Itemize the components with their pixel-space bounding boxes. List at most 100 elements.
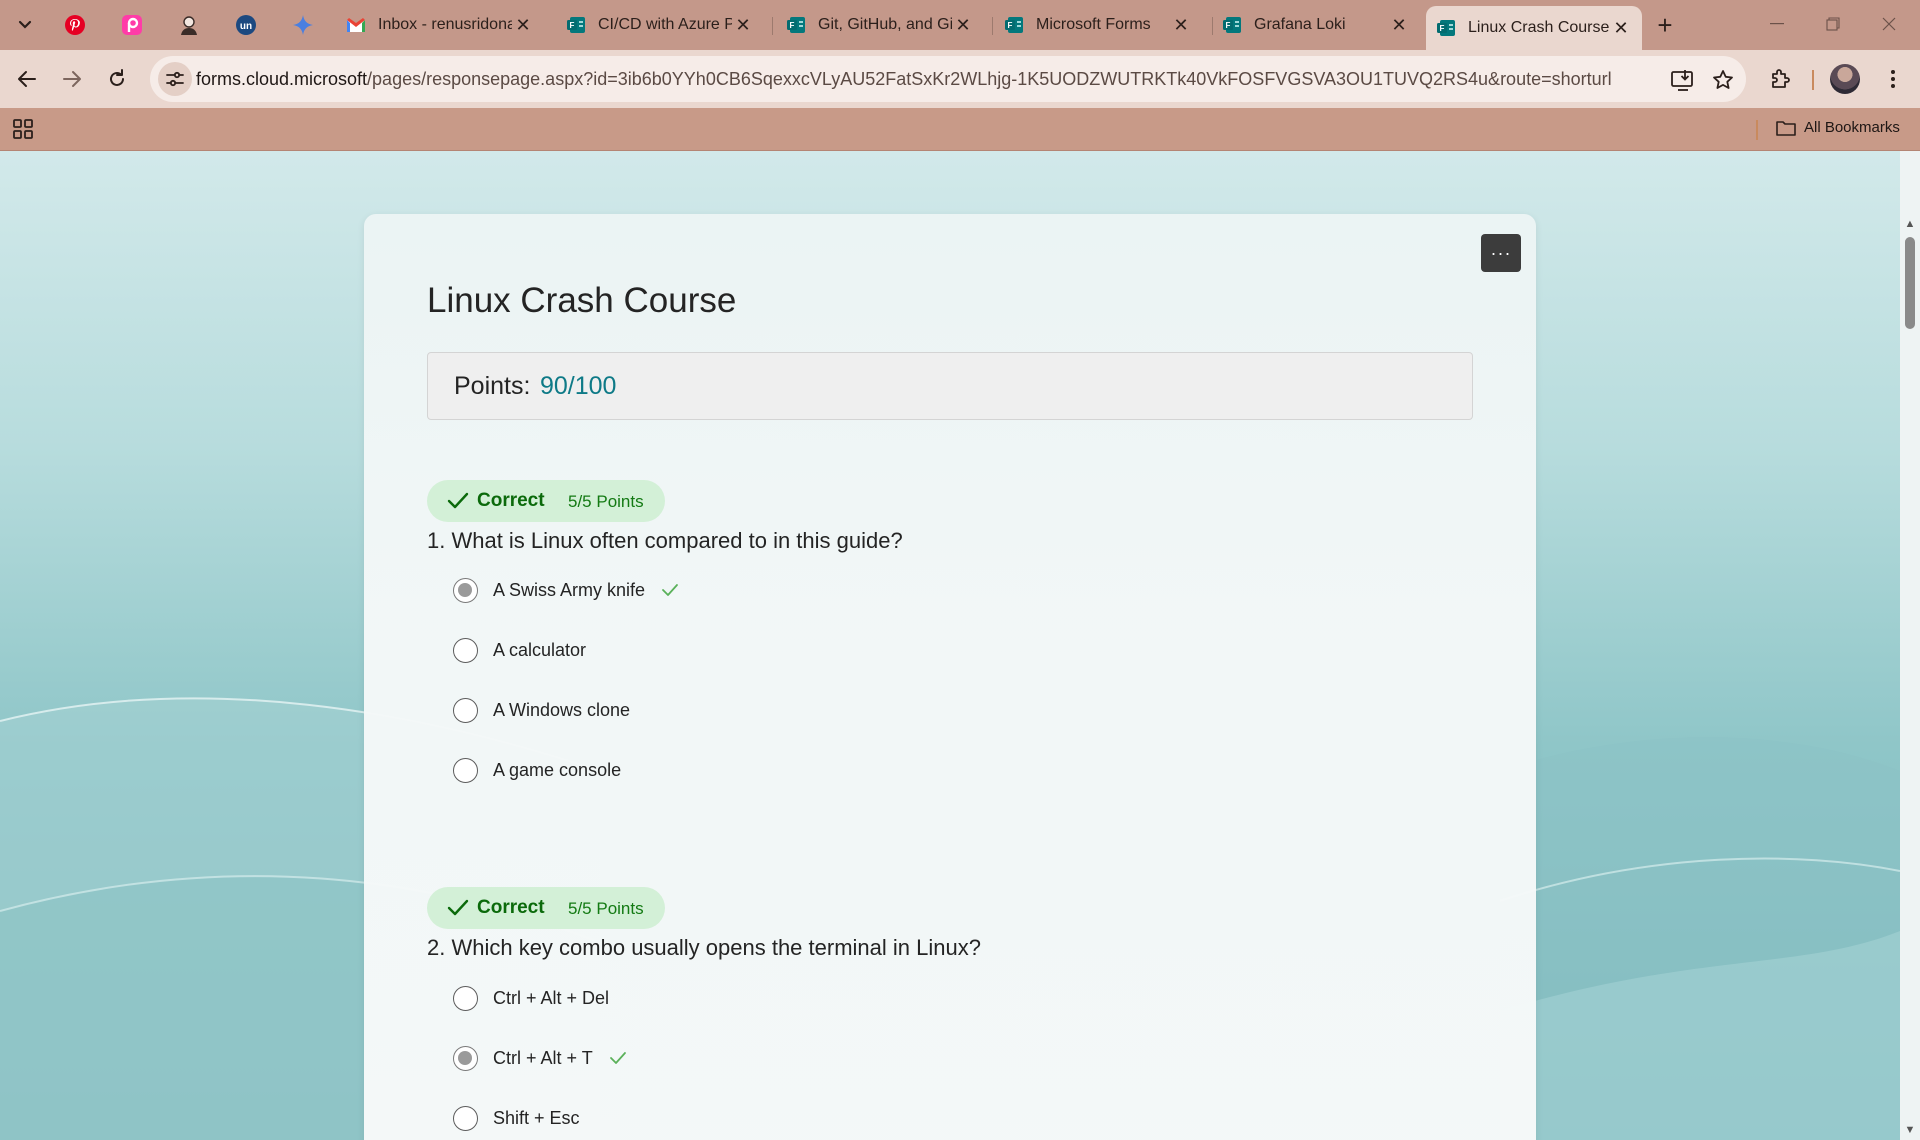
tab-title: Linux Crash Course bbox=[1468, 19, 1610, 36]
kebab-menu-icon bbox=[1891, 70, 1895, 88]
option-label: Ctrl + Alt + Del bbox=[493, 987, 610, 1008]
new-tab-button[interactable]: + bbox=[1650, 10, 1680, 40]
unstop-icon: un bbox=[236, 15, 256, 35]
forms-icon: F bbox=[787, 17, 805, 33]
tab-title: Git, GitHub, and Git bbox=[818, 16, 952, 33]
answer-option[interactable]: Ctrl + Alt + Del bbox=[453, 983, 609, 1013]
svg-text:F: F bbox=[570, 21, 575, 30]
gemini-icon bbox=[293, 15, 313, 35]
tune-icon bbox=[166, 71, 184, 87]
profile-avatar[interactable] bbox=[1830, 64, 1860, 94]
tab-git[interactable]: F Git, GitHub, and Git ✕ bbox=[776, 7, 984, 43]
scroll-down-arrow-icon[interactable]: ▼ bbox=[1904, 1125, 1916, 1136]
scrollbar-thumb[interactable] bbox=[1905, 237, 1915, 329]
close-tab-icon[interactable]: ✕ bbox=[1610, 17, 1632, 39]
pinned-tab-picsart[interactable] bbox=[114, 9, 150, 41]
pinned-tab-pinterest[interactable] bbox=[57, 9, 93, 41]
browser-toolbar: forms.cloud.microsoft/pages/responsepage… bbox=[0, 50, 1920, 108]
tab-title: CI/CD with Azure Pi bbox=[598, 16, 732, 33]
status-label: Correct bbox=[477, 897, 545, 918]
tab-grafana-loki[interactable]: F Grafana Loki ✕ bbox=[1212, 7, 1420, 43]
url-host: forms.cloud.microsoft bbox=[196, 69, 368, 89]
close-tab-icon[interactable]: ✕ bbox=[1170, 14, 1192, 36]
tab-cicd[interactable]: F CI/CD with Azure Pi ✕ bbox=[556, 7, 764, 43]
gmail-icon bbox=[347, 18, 365, 32]
radio-unselected[interactable] bbox=[453, 985, 478, 1011]
form-title: Linux Crash Course bbox=[427, 281, 737, 320]
install-app-button[interactable] bbox=[1670, 67, 1696, 93]
reload-icon bbox=[110, 69, 124, 86]
forms-icon: F bbox=[1005, 17, 1023, 33]
close-tab-icon[interactable]: ✕ bbox=[952, 14, 974, 36]
answer-option[interactable]: Ctrl + Alt + T bbox=[453, 1043, 627, 1073]
forward-button[interactable] bbox=[55, 62, 89, 96]
radio-unselected[interactable] bbox=[453, 1105, 478, 1131]
site-info-button[interactable] bbox=[158, 62, 192, 96]
address-bar[interactable]: forms.cloud.microsoft/pages/responsepage… bbox=[150, 56, 1746, 102]
radio-unselected[interactable] bbox=[453, 697, 478, 723]
all-bookmarks-button[interactable]: All Bookmarks bbox=[1776, 119, 1900, 136]
radio-selected[interactable] bbox=[453, 1045, 478, 1071]
close-tab-icon[interactable]: ✕ bbox=[732, 14, 754, 36]
option-label: A calculator bbox=[493, 639, 587, 660]
correct-answer-check-icon bbox=[662, 584, 678, 596]
svg-text:F: F bbox=[790, 21, 795, 30]
points-summary: Points: 90/100 bbox=[427, 352, 1473, 420]
pinned-tab-gemini[interactable] bbox=[285, 9, 321, 41]
answer-option[interactable]: Shift + Esc bbox=[453, 1103, 580, 1133]
radio-unselected[interactable] bbox=[453, 637, 478, 663]
pinned-tab-unstop[interactable]: un bbox=[228, 9, 264, 41]
forms-icon: F bbox=[567, 17, 585, 33]
minimize-icon bbox=[1770, 23, 1784, 25]
install-app-icon bbox=[1671, 70, 1693, 91]
apps-grid-icon[interactable] bbox=[12, 118, 34, 140]
bookmark-star-button[interactable] bbox=[1710, 67, 1736, 93]
avatar-icon bbox=[181, 16, 197, 35]
chevron-down-icon bbox=[18, 20, 32, 29]
forms-icon: F bbox=[1223, 17, 1241, 33]
browser-menu-button[interactable] bbox=[1876, 62, 1910, 96]
close-window-button[interactable] bbox=[1866, 8, 1912, 40]
close-icon bbox=[1882, 17, 1896, 31]
restore-icon bbox=[1826, 17, 1840, 31]
tab-gmail[interactable]: Inbox - renusridona ✕ bbox=[336, 7, 544, 43]
all-bookmarks-label: All Bookmarks bbox=[1804, 119, 1900, 136]
picsart-icon bbox=[122, 15, 142, 35]
answer-option[interactable]: A Windows clone bbox=[453, 695, 630, 725]
option-label: Shift + Esc bbox=[493, 1107, 580, 1128]
arrow-right-icon bbox=[63, 71, 81, 87]
tab-microsoft-forms[interactable]: F Microsoft Forms ✕ bbox=[994, 7, 1202, 43]
more-options-button[interactable]: ··· bbox=[1481, 234, 1521, 272]
scroll-up-arrow-icon[interactable]: ▲ bbox=[1904, 219, 1916, 230]
svg-text:F: F bbox=[1440, 24, 1445, 33]
forms-icon: F bbox=[1437, 20, 1455, 36]
answer-option[interactable]: A Swiss Army knife bbox=[453, 575, 679, 605]
folder-icon bbox=[1776, 120, 1796, 136]
back-button[interactable] bbox=[10, 62, 44, 96]
answer-option[interactable]: A game console bbox=[453, 755, 621, 785]
svg-text:F: F bbox=[1226, 21, 1231, 30]
tab-search-button[interactable] bbox=[8, 9, 42, 41]
points-value: 90/100 bbox=[540, 372, 617, 400]
restore-button[interactable] bbox=[1810, 8, 1856, 40]
reload-button[interactable] bbox=[100, 62, 134, 96]
minimize-button[interactable] bbox=[1754, 8, 1800, 40]
answer-option[interactable]: A calculator bbox=[453, 635, 586, 665]
page-scrollbar[interactable]: ▲ ▼ bbox=[1900, 151, 1920, 1140]
correct-badge: Correct 5/5 Points bbox=[427, 480, 665, 522]
tab-linux-crash-course[interactable]: F Linux Crash Course ✕ bbox=[1426, 6, 1642, 50]
close-tab-icon[interactable]: ✕ bbox=[512, 14, 534, 36]
radio-selected[interactable] bbox=[453, 577, 478, 603]
url-text[interactable]: forms.cloud.microsoft/pages/responsepage… bbox=[196, 69, 1612, 90]
close-tab-icon[interactable]: ✕ bbox=[1388, 14, 1410, 36]
option-label: A game console bbox=[493, 759, 622, 780]
correct-answer-check-icon bbox=[609, 1052, 626, 1064]
tab-title: Inbox - renusridona bbox=[378, 16, 512, 33]
question-points: 5/5 Points bbox=[568, 899, 644, 918]
pinterest-icon bbox=[65, 15, 85, 35]
pinned-tab-avatar[interactable] bbox=[171, 9, 207, 41]
extensions-button[interactable] bbox=[1764, 62, 1798, 96]
radio-unselected[interactable] bbox=[453, 757, 478, 783]
checkmark-icon bbox=[447, 492, 469, 509]
url-path: /pages/responsepage.aspx?id=3ib6b0YYh0CB… bbox=[367, 69, 1612, 89]
